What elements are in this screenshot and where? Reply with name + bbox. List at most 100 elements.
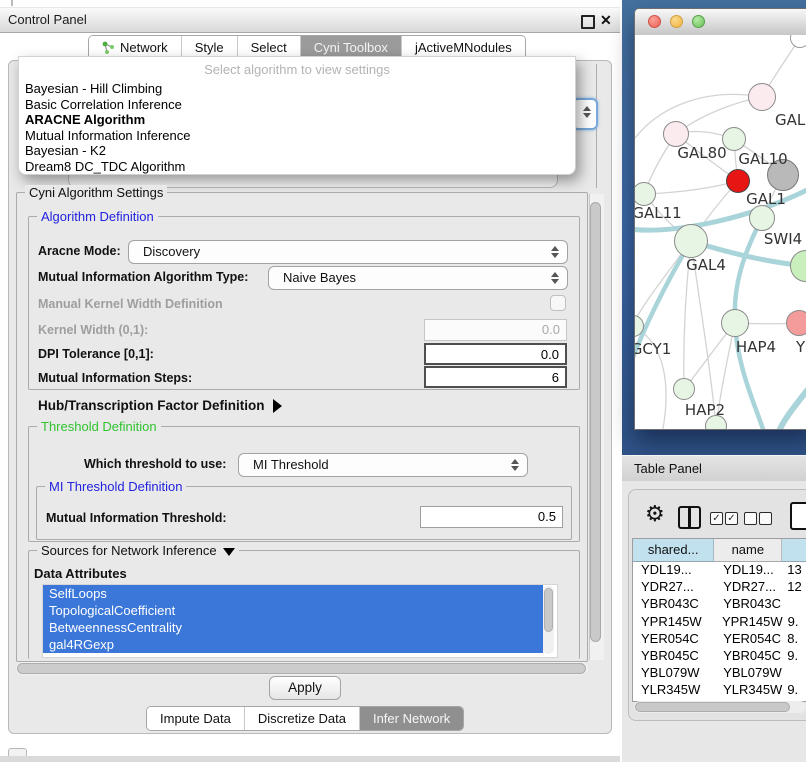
network-window-titlebar[interactable] — [635, 9, 806, 36]
mi-type-combo[interactable]: Naive Bayes — [268, 266, 568, 290]
network-node-swi4[interactable] — [749, 205, 775, 231]
mi-steps-field[interactable]: 6 — [424, 366, 567, 388]
node-label-gal1: GAL1 — [746, 190, 786, 208]
which-threshold-label: Which threshold to use: — [84, 457, 226, 471]
node-label-gal10: GAL10 — [738, 150, 787, 168]
spinner-icon — [511, 459, 519, 471]
mi-type-label: Mutual Information Algorithm Type: — [38, 270, 248, 284]
network-node-gal4[interactable] — [674, 224, 708, 258]
network-view-window: GAL7 GAL80 GAL10 GAL1 GAL11 SWI4 GAL4 GC… — [634, 8, 806, 430]
algorithm-option[interactable]: Mutual Information Inference — [23, 128, 565, 143]
network-icon — [102, 41, 115, 54]
which-threshold-combo[interactable]: MI Threshold — [238, 453, 528, 477]
algorithm-option-selected[interactable]: ARACNE Algorithm — [23, 112, 565, 127]
dropdown-prompt: Select algorithm to view settings — [19, 62, 575, 77]
algorithm-option[interactable]: Bayesian - K2 — [23, 143, 565, 158]
network-node-hap2[interactable] — [673, 378, 695, 400]
node-label-gal11: GAL11 — [635, 204, 682, 222]
node-label-swi4: SWI4 — [764, 230, 802, 248]
table-horizontal-scrollbar-thumb[interactable] — [635, 702, 790, 712]
mi-threshold-label: Mutual Information Threshold: — [46, 511, 227, 525]
sources-toggle[interactable]: Sources for Network Inference — [37, 543, 239, 558]
group-title: Cyni Algorithm Settings — [25, 185, 167, 200]
deselect-all-icon[interactable] — [744, 512, 757, 525]
aracne-mode-combo[interactable]: Discovery — [128, 240, 568, 264]
network-node-gal7[interactable] — [748, 83, 776, 111]
control-panel-titlebar: Control Panel ✕ — [0, 7, 620, 33]
table-row[interactable]: YER054CYER054C8. — [633, 631, 806, 648]
settings-horizontal-scrollbar-thumb[interactable] — [17, 663, 586, 674]
algorithm-dropdown-list: Select algorithm to view settings Bayesi… — [18, 56, 576, 175]
table-row[interactable]: YPR145WYPR145W9. — [633, 614, 806, 631]
panel-title: Control Panel — [8, 8, 87, 32]
settings-vertical-scrollbar-thumb[interactable] — [590, 202, 601, 642]
table-panel-title: Table Panel — [634, 456, 702, 482]
select-all-icon[interactable]: ✓ — [710, 512, 723, 525]
network-node-hap4[interactable] — [721, 309, 749, 337]
data-attributes-list: SelfLoops TopologicalCoefficient Between… — [42, 584, 558, 658]
attributes-scrollbar-thumb[interactable] — [544, 588, 553, 632]
table-row[interactable]: YLR345WYLR345W9. — [633, 682, 806, 699]
network-canvas[interactable]: GAL7 GAL80 GAL10 GAL1 GAL11 SWI4 GAL4 GC… — [635, 35, 806, 429]
zoom-traffic-light-icon[interactable] — [692, 15, 705, 28]
table-row[interactable]: YBL079WYBL079W — [633, 665, 806, 682]
algorithm-option[interactable]: Dream8 DC_TDC Algorithm — [23, 159, 565, 174]
table-row[interactable]: YDR27...YDR27...12 — [633, 579, 806, 596]
select-all-icon[interactable]: ✓ — [725, 512, 738, 525]
attribute-item-selected[interactable]: BetweennessCentrality — [43, 619, 543, 636]
node-label-hap4: HAP4 — [736, 338, 776, 356]
screenshot-root: Control Panel ✕ Network Style Se — [0, 0, 806, 762]
mi-threshold-field[interactable]: 0.5 — [420, 506, 563, 528]
algorithm-option[interactable]: Basic Correlation Inference — [23, 97, 565, 112]
columns-icon[interactable] — [678, 506, 701, 529]
network-node-salmon[interactable] — [786, 310, 806, 336]
status-strip — [0, 756, 620, 762]
tab-discretize-data[interactable]: Discretize Data — [244, 707, 359, 730]
mi-steps-label: Mutual Information Steps: — [38, 371, 192, 385]
column-header-shared-name[interactable]: shared... — [633, 539, 714, 562]
attribute-item-selected[interactable]: TopologicalCoefficient — [43, 602, 543, 619]
hub-section-toggle[interactable]: Hub/Transcription Factor Definition — [38, 398, 282, 413]
close-icon[interactable]: ✕ — [600, 11, 612, 29]
dpi-tolerance-label: DPI Tolerance [0,1]: — [38, 347, 154, 361]
table-row[interactable]: YBR043CYBR043C — [633, 596, 806, 613]
deselect-all-icon[interactable] — [759, 512, 772, 525]
node-table: shared... name YDL19...YDL19...13 YDR27.… — [632, 538, 806, 702]
table-header: shared... name — [633, 539, 806, 562]
gear-icon[interactable]: ⚙ — [645, 503, 665, 525]
table-panel-titlebar: Table Panel — [622, 455, 806, 483]
tab-infer-network[interactable]: Infer Network — [359, 707, 463, 730]
kernel-width-field[interactable]: 0.0 — [424, 319, 567, 341]
table-row[interactable]: YDL19...YDL19...13 — [633, 562, 806, 579]
column-header-partial[interactable] — [782, 539, 806, 562]
node-label-gal80: GAL80 — [677, 144, 726, 162]
attribute-item-selected[interactable]: SelfLoops — [43, 585, 543, 602]
aracne-mode-label: Aracne Mode: — [38, 244, 121, 258]
kernel-width-label: Kernel Width (0,1): — [38, 323, 148, 337]
node-label-gal4: GAL4 — [686, 256, 726, 274]
data-attributes-label: Data Attributes — [34, 566, 127, 581]
spinner-icon — [551, 246, 559, 258]
node-label-y-partial: Y — [796, 338, 805, 356]
manual-kernel-checkbox[interactable] — [550, 295, 566, 311]
node-label-hap2: HAP2 — [685, 401, 725, 419]
minimize-traffic-light-icon[interactable] — [670, 15, 683, 28]
column-header-name[interactable]: name — [714, 539, 782, 562]
algorithm-option[interactable]: Bayesian - Hill Climbing — [23, 81, 565, 96]
table-row[interactable]: YBR045CYBR045C9. — [633, 648, 806, 665]
tab-impute-data[interactable]: Impute Data — [147, 707, 244, 730]
collapsed-arrow-icon — [273, 399, 282, 413]
threshold-definition-title: Threshold Definition — [37, 419, 161, 434]
node-label-gcy1: GCY1 — [635, 340, 671, 358]
dpi-tolerance-field[interactable]: 0.0 — [424, 343, 567, 365]
cyni-mode-tabbar: Impute Data Discretize Data Infer Networ… — [146, 706, 464, 731]
float-icon[interactable] — [581, 15, 595, 29]
spinner-icon — [583, 106, 591, 118]
spinner-icon — [551, 272, 559, 284]
close-traffic-light-icon[interactable] — [648, 15, 661, 28]
attribute-item-selected[interactable]: gal4RGexp — [43, 636, 543, 653]
function-builder-icon[interactable] — [790, 502, 806, 530]
apply-button[interactable]: Apply — [269, 676, 341, 700]
window-edge-mark — [11, 0, 13, 6]
mi-threshold-title: MI Threshold Definition — [45, 479, 186, 494]
